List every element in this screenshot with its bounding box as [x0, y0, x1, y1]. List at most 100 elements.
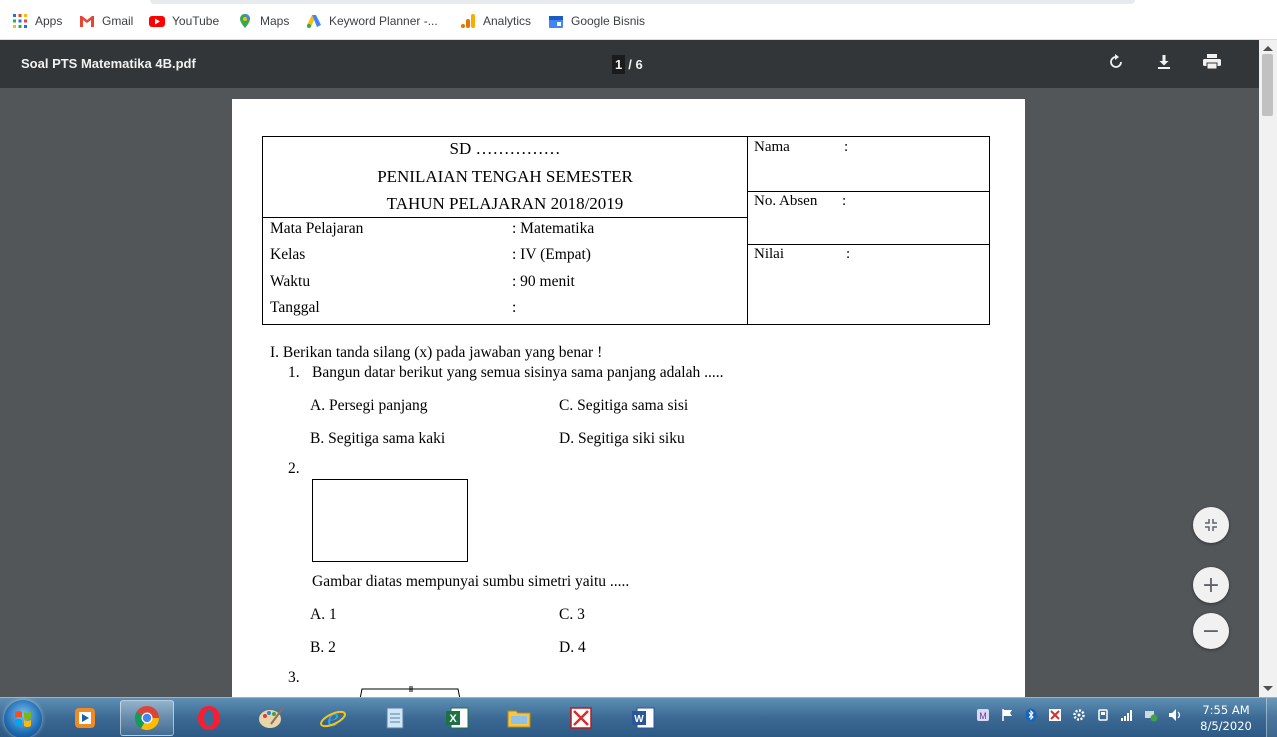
- print-button[interactable]: [1200, 52, 1224, 76]
- vertical-scrollbar[interactable]: [1259, 40, 1277, 697]
- show-desktop-button[interactable]: [1266, 698, 1277, 737]
- bookmark-label: Gmail: [102, 14, 134, 28]
- page-total: / 6: [628, 56, 643, 72]
- bookmark-label: Keyword Planner -...: [329, 14, 438, 28]
- side-label: Nama: [754, 139, 790, 155]
- answer-option: B. Segitiga sama kaki: [310, 430, 446, 447]
- taskbar-excel[interactable]: X: [430, 700, 484, 736]
- taskbar-acrobat[interactable]: [554, 700, 608, 736]
- question-number: 3.: [288, 669, 300, 686]
- download-button[interactable]: [1152, 52, 1176, 76]
- bookmark-gmail[interactable]: Gmail: [79, 11, 133, 31]
- action-center-flag-icon[interactable]: [1000, 708, 1014, 722]
- pdf-page: SD …………… PENILAIAN TENGAH SEMESTER TAHUN…: [232, 99, 1025, 697]
- bookmark-keyword-planner[interactable]: Keyword Planner -...: [306, 11, 438, 31]
- question-text: Bangun datar berikut yang semua sisinya …: [312, 364, 724, 381]
- minus-icon: −: [1201, 618, 1221, 644]
- side-colon: :: [846, 246, 851, 262]
- exam-title: PENILAIAN TENGAH SEMESTER: [377, 167, 633, 186]
- bookmark-maps[interactable]: Maps: [237, 11, 289, 31]
- side-label: Nilai: [754, 246, 784, 262]
- taskbar-internet-explorer[interactable]: e: [306, 700, 360, 736]
- zoom-in-button[interactable]: +: [1193, 567, 1229, 603]
- answer-option: A. 1: [310, 606, 337, 623]
- bluetooth-icon[interactable]: [1024, 708, 1038, 722]
- zoom-out-button[interactable]: −: [1193, 613, 1229, 649]
- info-label: Kelas: [270, 246, 306, 263]
- windows-logo-icon: [15, 711, 31, 727]
- youtube-icon: [149, 13, 165, 29]
- taskbar-chrome[interactable]: [120, 700, 174, 736]
- fit-page-button[interactable]: [1193, 507, 1229, 543]
- page-indicator: 1 / 6: [612, 54, 643, 74]
- tray-app-icon[interactable]: M: [976, 708, 990, 722]
- side-colon: :: [842, 193, 847, 209]
- bookmark-analytics[interactable]: Analytics: [460, 11, 531, 31]
- answer-option: C. Segitiga sama sisi: [559, 397, 689, 414]
- info-value: : Matematika: [512, 220, 595, 237]
- bookmark-label: Google Bisnis: [571, 14, 646, 28]
- start-button[interactable]: [4, 700, 42, 737]
- taskbar-paint[interactable]: [244, 700, 298, 736]
- word-icon: W: [632, 707, 655, 729]
- pdf-toolbar: Soal PTS Matematika 4B.pdf 1 / 6: [0, 40, 1259, 88]
- taskbar-media-player[interactable]: [58, 700, 112, 736]
- scroll-down-arrow-icon[interactable]: [1263, 686, 1273, 691]
- info-label: Waktu: [270, 273, 311, 290]
- taskbar-file-explorer[interactable]: [492, 700, 546, 736]
- analytics-icon: [460, 13, 476, 29]
- answer-option: B. 2: [310, 639, 336, 656]
- svg-text:e: e: [327, 704, 339, 732]
- rectangle-figure: [312, 479, 468, 562]
- page-number-input[interactable]: 1: [612, 54, 626, 74]
- scroll-thumb[interactable]: [1262, 54, 1273, 116]
- internet-explorer-icon: e: [320, 704, 346, 732]
- svg-text:W: W: [634, 714, 644, 725]
- usb-device-icon[interactable]: [1096, 708, 1110, 722]
- paint-icon: [259, 707, 284, 728]
- bookmark-label: YouTube: [172, 14, 220, 28]
- security-alert-icon[interactable]: [1048, 708, 1062, 722]
- answer-option: D. 4: [559, 639, 586, 656]
- settings-gear-icon[interactable]: [1072, 708, 1086, 722]
- question-number: 1.: [288, 364, 300, 381]
- taskbar-opera[interactable]: [182, 700, 236, 736]
- download-icon: [1156, 54, 1172, 75]
- question-text: Gambar diatas mempunyai sumbu simetri ya…: [312, 573, 630, 590]
- info-value: : 90 menit: [512, 273, 575, 290]
- rotate-button[interactable]: [1104, 52, 1128, 76]
- signal-strength-icon[interactable]: [1120, 708, 1134, 722]
- svg-text:X: X: [449, 713, 457, 725]
- bookmarks-bar: Apps Gmail YouTube Maps Keyword Planner …: [0, 0, 1277, 40]
- clock-time: 7:55 AM: [1202, 703, 1250, 717]
- bookmark-apps[interactable]: Apps: [12, 11, 62, 31]
- svg-text:M: M: [979, 711, 987, 721]
- side-colon: :: [844, 139, 849, 155]
- scroll-up-arrow-icon[interactable]: [1263, 46, 1273, 51]
- taskbar-notepad[interactable]: [368, 700, 422, 736]
- fit-page-icon: [1204, 513, 1218, 538]
- bookmark-google-bisnis[interactable]: Google Bisnis: [548, 11, 645, 31]
- gmail-icon: [79, 13, 95, 29]
- notepad-icon: [386, 707, 404, 729]
- info-value: :: [512, 299, 517, 316]
- chrome-icon: [134, 706, 159, 731]
- excel-icon: X: [446, 707, 469, 729]
- answer-option: D. Segitiga siki siku: [559, 430, 685, 447]
- network-icon[interactable]: [1144, 708, 1158, 722]
- print-icon: [1203, 53, 1221, 75]
- system-clock[interactable]: 7:55 AM 8/5/2020: [1194, 702, 1258, 734]
- media-player-icon: [75, 708, 95, 728]
- volume-icon[interactable]: [1168, 708, 1182, 722]
- taskbar-word[interactable]: W: [616, 700, 670, 736]
- pdf-filename: Soal PTS Matematika 4B.pdf: [21, 56, 196, 71]
- apps-grid-icon: [12, 13, 28, 29]
- academic-year: TAHUN PELAJARAN 2018/2019: [386, 194, 624, 213]
- bookmark-label: Apps: [35, 14, 63, 28]
- bookmark-youtube[interactable]: YouTube: [149, 11, 219, 31]
- google-business-icon: [548, 13, 564, 29]
- omnibox-edge: [150, 0, 1135, 4]
- windows-taskbar: e X W M 7:55 AM 8/5/2020: [0, 697, 1277, 737]
- opera-icon: [198, 706, 220, 730]
- info-value: : IV (Empat): [512, 246, 591, 263]
